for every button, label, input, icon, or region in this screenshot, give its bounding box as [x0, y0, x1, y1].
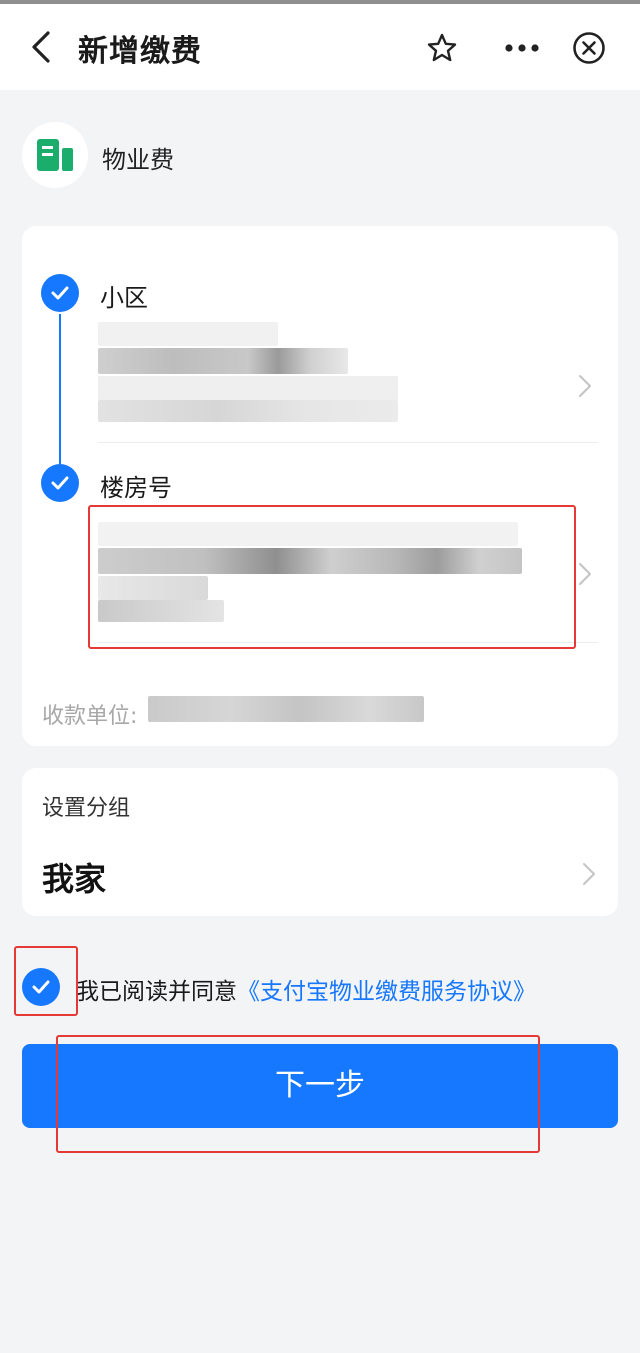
community-label: 小区: [100, 284, 148, 312]
check-icon: [41, 274, 79, 312]
group-setting-row[interactable]: 设置分组 我家: [22, 768, 618, 916]
more-dots-icon[interactable]: [494, 22, 550, 74]
biller-header: 物业费: [22, 122, 622, 188]
address-form-card: 小区 楼房号 收款单位:: [22, 226, 618, 746]
payee-value-redacted: [148, 696, 424, 722]
close-circle-icon[interactable]: [563, 22, 615, 74]
divider: [98, 642, 598, 643]
group-label: 设置分组: [42, 796, 131, 821]
biller-name: 物业费: [102, 146, 174, 174]
navigation-bar: 新增缴费: [0, 4, 640, 90]
check-icon: [41, 464, 79, 502]
agreement-link[interactable]: 《支付宝物业缴费服务协议》: [237, 979, 536, 1005]
chevron-right-icon: [578, 374, 592, 398]
agreement-checkbox[interactable]: [22, 968, 60, 1006]
building-label: 楼房号: [100, 474, 172, 502]
star-icon[interactable]: [416, 22, 468, 74]
payee-label: 收款单位:: [42, 704, 138, 729]
step-connector: [59, 314, 61, 484]
next-step-button[interactable]: 下一步: [22, 1044, 618, 1128]
chevron-right-icon: [578, 562, 592, 586]
agreement-prefix: 我已阅读并同意: [76, 979, 237, 1005]
group-value: 我家: [42, 860, 107, 898]
back-arrow-icon[interactable]: [28, 30, 58, 64]
building-selector[interactable]: [98, 516, 598, 626]
building-icon: [22, 122, 88, 188]
community-selector[interactable]: [98, 322, 598, 432]
agreement-text: 我已阅读并同意《支付宝物业缴费服务协议》: [76, 972, 536, 1006]
page-title: 新增缴费: [78, 34, 202, 69]
divider: [98, 442, 598, 443]
chevron-right-icon: [582, 862, 596, 886]
